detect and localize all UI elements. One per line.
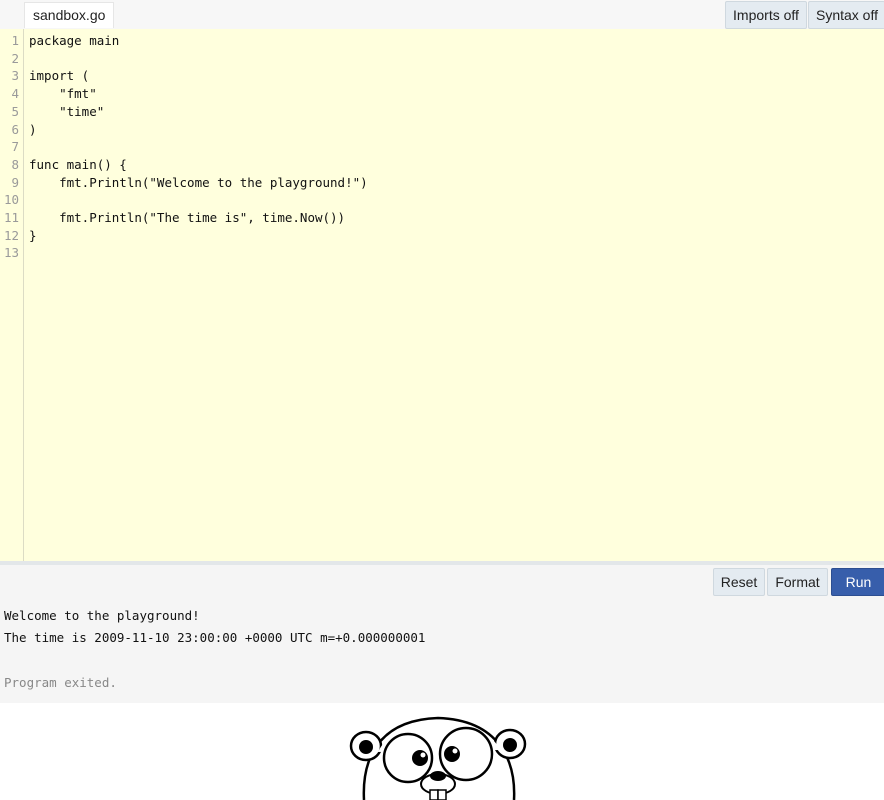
line-number: 3: [11, 68, 19, 84]
reset-button[interactable]: Reset: [713, 568, 765, 596]
code-line[interactable]: fmt.Println("The time is", time.Now()): [29, 209, 345, 227]
output-line: Welcome to the playground!: [4, 608, 200, 623]
gopher-mascot-icon: [349, 716, 527, 800]
code-line[interactable]: fmt.Println("Welcome to the playground!"…: [29, 174, 368, 192]
code-line[interactable]: "time": [29, 103, 104, 121]
line-number: 8: [11, 156, 19, 172]
code-editor[interactable]: 1 2 3 4 5 6 7 8 9 10 11 12 13 package ma…: [0, 29, 884, 561]
line-number: 5: [11, 103, 19, 119]
line-number: 6: [11, 121, 19, 137]
line-number: 4: [11, 86, 19, 102]
code-line[interactable]: func main() {: [29, 156, 127, 174]
format-button[interactable]: Format: [767, 568, 828, 596]
code-line[interactable]: import (: [29, 67, 89, 85]
line-number: 7: [11, 139, 19, 155]
line-number: 12: [3, 227, 19, 243]
syntax-toggle-button[interactable]: Syntax off: [808, 1, 884, 29]
line-number: 13: [3, 245, 19, 261]
run-button[interactable]: Run: [831, 568, 884, 596]
code-line[interactable]: ): [29, 121, 37, 139]
line-number: 10: [3, 192, 19, 208]
file-tab[interactable]: sandbox.go: [24, 2, 115, 28]
output-panel: Reset Format Run Welcome to the playgrou…: [0, 565, 884, 703]
top-toolbar: sandbox.go Imports off Syntax off: [0, 0, 884, 29]
code-line[interactable]: package main: [29, 32, 119, 50]
line-number: 11: [3, 210, 19, 225]
line-number: 9: [11, 174, 19, 190]
output-line: The time is 2009-11-10 23:00:00 +0000 UT…: [4, 630, 426, 645]
line-number-gutter: 1 2 3 4 5 6 7 8 9 10 11 12 13: [0, 29, 24, 561]
line-number: 2: [11, 50, 19, 66]
line-number: 1: [11, 33, 19, 48]
imports-toggle-button[interactable]: Imports off: [725, 1, 807, 29]
code-line[interactable]: "fmt": [29, 85, 97, 103]
program-exit-status: Program exited.: [4, 675, 117, 690]
code-line[interactable]: }: [29, 227, 37, 245]
